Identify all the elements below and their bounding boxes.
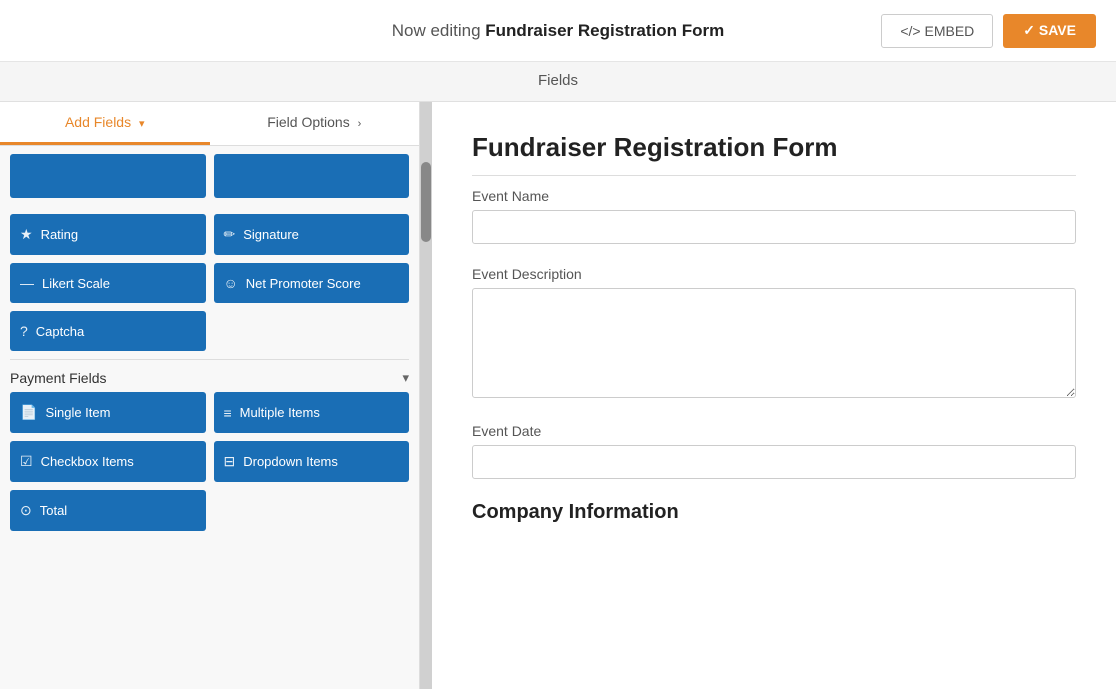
payment-fields-chevron-icon: ▾ xyxy=(402,370,409,386)
field-btn-net-promoter-score[interactable]: ☺ Net Promoter Score xyxy=(214,263,410,303)
fields-scroll[interactable]: ★ Rating ✏ Signature — Likert Scale ☺ Ne… xyxy=(0,146,419,689)
field-btn-captcha[interactable]: ? Captcha xyxy=(10,311,206,351)
captcha-label: Captcha xyxy=(36,324,84,339)
tab-options-chevron-icon: › xyxy=(358,118,362,130)
tab-add-chevron-icon: ▾ xyxy=(139,118,145,130)
editing-title: Now editing Fundraiser Registration Form xyxy=(392,21,725,41)
field-btn-checkbox-items[interactable]: ☑ Checkbox Items xyxy=(10,441,206,482)
field-btn-likert-scale[interactable]: — Likert Scale xyxy=(10,263,206,303)
event-description-textarea[interactable] xyxy=(472,288,1076,398)
field-btn-multiple-items[interactable]: ≡ Multiple Items xyxy=(214,392,410,433)
captcha-icon: ? xyxy=(20,323,28,339)
tab-add-fields-label: Add Fields xyxy=(65,114,131,130)
embed-button[interactable]: </> EMBED xyxy=(881,14,993,48)
field-btn-dropdown-items[interactable]: ⊟ Dropdown Items xyxy=(214,441,410,482)
field-btn-single-item[interactable]: 📄 Single Item xyxy=(10,392,206,433)
left-panel: Add Fields ▾ Field Options › ★ Rating xyxy=(0,102,420,689)
net-promoter-score-icon: ☺ xyxy=(224,275,238,291)
header-actions: </> EMBED ✓ SAVE xyxy=(881,14,1096,48)
panel-tabs: Add Fields ▾ Field Options › xyxy=(0,102,419,146)
single-item-icon: 📄 xyxy=(20,404,37,421)
partial-row-right xyxy=(214,154,410,198)
rating-label: Rating xyxy=(41,227,79,242)
top-header: Now editing Fundraiser Registration Form… xyxy=(0,0,1116,62)
panel-scrollbar[interactable] xyxy=(420,102,432,689)
rating-icon: ★ xyxy=(20,226,33,243)
panel-scrollbar-thumb[interactable] xyxy=(421,162,431,242)
tab-field-options[interactable]: Field Options › xyxy=(210,102,420,145)
event-date-label: Event Date xyxy=(472,423,1076,439)
right-panel[interactable]: Fundraiser Registration Form Event Name … xyxy=(432,102,1116,689)
field-btn-rating[interactable]: ★ Rating xyxy=(10,214,206,255)
fields-subheader: Fields xyxy=(0,62,1116,102)
signature-label: Signature xyxy=(243,227,299,242)
checkbox-items-label: Checkbox Items xyxy=(41,454,134,469)
field-btn-total[interactable]: ⊙ Total xyxy=(10,490,206,531)
field-btn-signature[interactable]: ✏ Signature xyxy=(214,214,410,255)
total-icon: ⊙ xyxy=(20,502,32,519)
event-name-label: Event Name xyxy=(472,188,1076,204)
payment-fields-grid: 📄 Single Item ≡ Multiple Items ☑ Checkbo… xyxy=(10,392,409,531)
save-button[interactable]: ✓ SAVE xyxy=(1003,14,1096,48)
partial-row-left xyxy=(10,154,206,198)
multiple-items-label: Multiple Items xyxy=(240,405,320,420)
checkbox-items-icon: ☑ xyxy=(20,453,33,470)
event-description-label: Event Description xyxy=(472,266,1076,282)
likert-scale-label: Likert Scale xyxy=(42,276,110,291)
payment-fields-section-header[interactable]: Payment Fields ▾ xyxy=(10,359,409,392)
payment-fields-title: Payment Fields xyxy=(10,370,106,386)
form-preview-title: Fundraiser Registration Form xyxy=(472,132,1076,176)
form-field-event-description: Event Description xyxy=(472,266,1076,401)
editing-label: Now editing xyxy=(392,21,486,40)
tab-add-fields[interactable]: Add Fields ▾ xyxy=(0,102,210,145)
company-info-section-title: Company Information xyxy=(472,501,1076,524)
single-item-label: Single Item xyxy=(45,405,110,420)
dropdown-items-label: Dropdown Items xyxy=(243,454,338,469)
tab-field-options-label: Field Options xyxy=(267,114,349,130)
subheader-label: Fields xyxy=(538,72,578,89)
likert-scale-icon: — xyxy=(20,275,34,291)
net-promoter-score-label: Net Promoter Score xyxy=(246,276,361,291)
event-name-input[interactable] xyxy=(472,210,1076,244)
signature-icon: ✏ xyxy=(224,226,236,243)
form-field-event-name: Event Name xyxy=(472,188,1076,244)
total-label: Total xyxy=(40,503,67,518)
main-layout: Add Fields ▾ Field Options › ★ Rating xyxy=(0,102,1116,689)
dropdown-items-icon: ⊟ xyxy=(224,453,236,470)
form-field-event-date: Event Date xyxy=(472,423,1076,479)
event-date-input[interactable] xyxy=(472,445,1076,479)
form-name: Fundraiser Registration Form xyxy=(485,21,724,40)
fields-grid: ★ Rating ✏ Signature — Likert Scale ☺ Ne… xyxy=(10,214,409,351)
partial-fields-grid xyxy=(10,154,409,206)
multiple-items-icon: ≡ xyxy=(224,405,232,421)
